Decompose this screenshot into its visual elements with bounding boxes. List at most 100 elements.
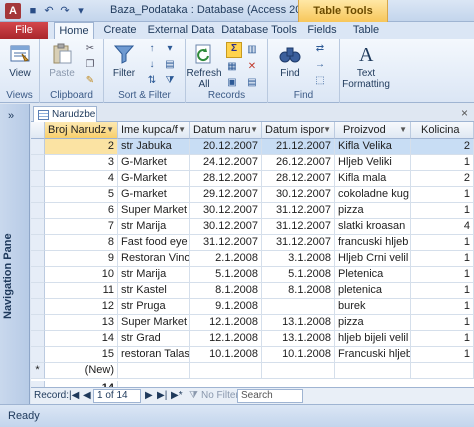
cell-proizvod[interactable]: Kifla mala: [335, 171, 411, 187]
column-dropdown-icon[interactable]: ▼: [250, 122, 258, 138]
row-selector[interactable]: [31, 331, 45, 347]
previous-record-icon[interactable]: ◀: [83, 388, 91, 404]
cell-broj-narudzbe[interactable]: 6: [45, 203, 118, 219]
cell-broj-narudzbe[interactable]: 13: [45, 315, 118, 331]
cell-datum-isporuke[interactable]: 31.12.2007: [262, 235, 335, 251]
cell-ime-kupca[interactable]: Fast food eye: [118, 235, 190, 251]
cell-datum-narudzbe[interactable]: 2.1.2008: [190, 251, 262, 267]
cell-kolicina[interactable]: 1: [411, 299, 474, 315]
totals-sigma-icon[interactable]: Σ: [226, 42, 242, 58]
cell-kolicina[interactable]: 1: [411, 315, 474, 331]
cell-datum-isporuke[interactable]: 28.12.2007: [262, 171, 335, 187]
cell-datum-isporuke[interactable]: 21.12.2007: [262, 139, 335, 155]
cell-datum-narudzbe[interactable]: 30.12.2007: [190, 203, 262, 219]
row-selector[interactable]: [31, 347, 45, 363]
new-record-nav-icon[interactable]: ▶*: [171, 388, 183, 404]
tab-file[interactable]: File: [0, 22, 48, 39]
cell-broj-narudzbe[interactable]: 9: [45, 251, 118, 267]
select-icon[interactable]: ⬚: [314, 75, 326, 87]
cell-broj-narudzbe[interactable]: 10: [45, 267, 118, 283]
cell-ime-kupca[interactable]: str Marija: [118, 219, 190, 235]
toggle-filter-icon[interactable]: ⧩: [164, 75, 176, 87]
cell-broj-narudzbe[interactable]: 11: [45, 283, 118, 299]
tab-create[interactable]: Create: [100, 22, 140, 39]
selection-filter-icon[interactable]: ▾: [164, 43, 176, 55]
cell-proizvod[interactable]: pizza: [335, 203, 411, 219]
cell-datum-narudzbe[interactable]: 24.12.2007: [190, 155, 262, 171]
new-record-empty-cell[interactable]: [118, 363, 190, 379]
advanced-filter-icon[interactable]: ▤: [164, 59, 176, 71]
cell-kolicina[interactable]: 1: [411, 331, 474, 347]
replace-icon[interactable]: ⇄: [314, 43, 326, 55]
cell-ime-kupca[interactable]: restoran Talas: [118, 347, 190, 363]
cell-datum-isporuke[interactable]: 5.1.2008: [262, 267, 335, 283]
cell-ime-kupca[interactable]: str Jabuka: [118, 139, 190, 155]
row-selector[interactable]: [31, 171, 45, 187]
cell-datum-narudzbe[interactable]: 12.1.2008: [190, 331, 262, 347]
new-record-empty-cell[interactable]: [335, 363, 411, 379]
cell-ime-kupca[interactable]: str Pruga: [118, 299, 190, 315]
close-icon[interactable]: ×: [461, 106, 468, 120]
cell-proizvod[interactable]: hljeb bijeli velil: [335, 331, 411, 347]
cell-proizvod[interactable]: Hljeb Veliki: [335, 155, 411, 171]
cell-kolicina[interactable]: 1: [411, 347, 474, 363]
cell-ime-kupca[interactable]: str Grad: [118, 331, 190, 347]
redo-icon[interactable]: ↷: [58, 4, 72, 18]
goto-icon[interactable]: →: [314, 59, 326, 71]
row-selector[interactable]: [31, 267, 45, 283]
cell-datum-isporuke[interactable]: 31.12.2007: [262, 203, 335, 219]
row-selector[interactable]: [31, 155, 45, 171]
row-selector[interactable]: [31, 187, 45, 203]
no-filter-button[interactable]: No Filter: [201, 388, 239, 404]
cell-datum-isporuke[interactable]: 13.1.2008: [262, 331, 335, 347]
row-selector[interactable]: [31, 219, 45, 235]
cell-datum-narudzbe[interactable]: 31.12.2007: [190, 235, 262, 251]
new-record-empty-cell[interactable]: [190, 363, 262, 379]
row-selector[interactable]: [31, 251, 45, 267]
cell-proizvod[interactable]: cokoladne kug: [335, 187, 411, 203]
next-record-icon[interactable]: ▶: [145, 388, 153, 404]
format-painter-icon[interactable]: ✎: [84, 75, 96, 87]
cell-broj-narudzbe[interactable]: 14: [45, 331, 118, 347]
first-record-icon[interactable]: |◀: [69, 388, 79, 404]
cell-proizvod[interactable]: slatki kroasan: [335, 219, 411, 235]
column-dropdown-icon[interactable]: ▼: [178, 122, 186, 138]
cell-proizvod[interactable]: pletenica: [335, 283, 411, 299]
row-selector[interactable]: [31, 299, 45, 315]
cell-proizvod[interactable]: burek: [335, 299, 411, 315]
cell-ime-kupca[interactable]: Super Market: [118, 315, 190, 331]
new-record-empty-cell[interactable]: [411, 363, 474, 379]
cell-kolicina[interactable]: 1: [411, 155, 474, 171]
sort-ascending-icon[interactable]: ↑: [146, 43, 158, 55]
cell-broj-narudzbe[interactable]: 5: [45, 187, 118, 203]
spelling-icon[interactable]: ▥: [246, 44, 258, 56]
current-record-input[interactable]: 1 of 14: [93, 389, 141, 403]
new-row-marker[interactable]: *: [31, 363, 45, 379]
cell-kolicina[interactable]: 1: [411, 187, 474, 203]
cell-proizvod[interactable]: Kifla Velika: [335, 139, 411, 155]
cell-datum-narudzbe[interactable]: 20.12.2007: [190, 139, 262, 155]
cell-ime-kupca[interactable]: G-Market: [118, 171, 190, 187]
find-button[interactable]: Find: [272, 42, 308, 79]
filter-button[interactable]: Filter: [106, 42, 142, 79]
cell-datum-isporuke[interactable]: [262, 299, 335, 315]
new-record-icon[interactable]: ▦: [226, 61, 238, 73]
tab-fields[interactable]: Fields: [300, 22, 344, 39]
qat-dropdown-icon[interactable]: ▾: [74, 4, 88, 18]
cell-proizvod[interactable]: pizza: [335, 315, 411, 331]
cell-datum-narudzbe[interactable]: 12.1.2008: [190, 315, 262, 331]
cell-ime-kupca[interactable]: str Marija: [118, 267, 190, 283]
row-selector[interactable]: [31, 235, 45, 251]
column-header-ime-kupca[interactable]: Ime kupca/f ▼: [118, 122, 190, 139]
cell-kolicina[interactable]: 1: [411, 235, 474, 251]
tab-home[interactable]: Home: [54, 22, 94, 39]
row-selector[interactable]: [31, 283, 45, 299]
cell-proizvod[interactable]: Hljeb Crni velil: [335, 251, 411, 267]
cell-datum-narudzbe[interactable]: 10.1.2008: [190, 347, 262, 363]
more-icon[interactable]: ▤: [246, 77, 258, 89]
last-record-icon[interactable]: ▶|: [157, 388, 167, 404]
cell-broj-narudzbe[interactable]: 7: [45, 219, 118, 235]
view-button[interactable]: View: [2, 42, 38, 79]
undo-icon[interactable]: ↶: [42, 4, 56, 18]
cut-icon[interactable]: ✂: [84, 43, 96, 55]
